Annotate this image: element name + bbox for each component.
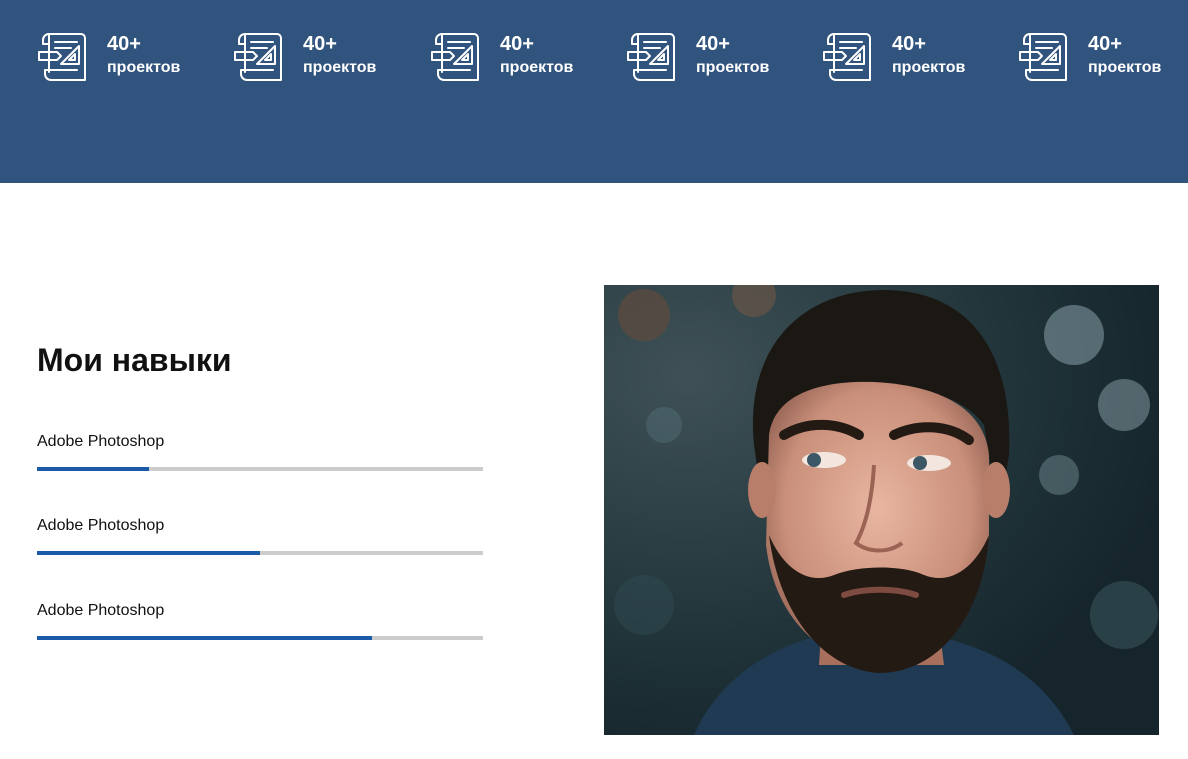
stat-label: проектов: [303, 59, 377, 76]
skills-section: Мои навыки Adobe Photoshop Adobe Photosh…: [37, 340, 484, 640]
stats-band: 40+ проектов 40+ проектов 40+ проектов 4…: [0, 0, 1188, 183]
skill-label: Adobe Photoshop: [37, 433, 165, 450]
stat-item: 40+ проектов: [37, 30, 180, 86]
skill-label: Adobe Photoshop: [37, 602, 165, 619]
skill-progress-fill: [37, 467, 149, 471]
stat-label: проектов: [500, 59, 574, 76]
blueprint-scroll-icon: [431, 33, 479, 81]
blueprint-scroll-icon: [823, 33, 871, 81]
skill-progress-fill: [37, 551, 260, 555]
stat-value: 40+: [500, 33, 534, 55]
skill-progress-track: [37, 467, 483, 471]
skill-item: Adobe Photoshop: [37, 432, 484, 471]
blueprint-scroll-icon: [38, 33, 86, 81]
skill-progress-track: [37, 551, 483, 555]
stat-item: 40+ проектов: [1018, 30, 1161, 86]
blueprint-scroll-icon: [627, 33, 675, 81]
skill-label: Adobe Photoshop: [37, 517, 165, 534]
skill-progress-fill: [37, 636, 372, 640]
blueprint-scroll-icon: [234, 33, 282, 81]
skill-progress-track: [37, 636, 483, 640]
stat-value: 40+: [107, 33, 141, 55]
stat-label: проектов: [1088, 59, 1162, 76]
stat-value: 40+: [892, 33, 926, 55]
skill-item: Adobe Photoshop: [37, 516, 484, 555]
stat-label: проектов: [107, 59, 181, 76]
stat-item: 40+ проектов: [626, 30, 769, 86]
stat-item: 40+ проектов: [822, 30, 965, 86]
skill-item: Adobe Photoshop: [37, 601, 484, 640]
blueprint-scroll-icon: [1019, 33, 1067, 81]
portrait-illustration: [604, 285, 1159, 735]
portrait-photo: [604, 285, 1159, 735]
stat-label: проектов: [892, 59, 966, 76]
stat-label: проектов: [696, 59, 770, 76]
stat-item: 40+ проектов: [233, 30, 376, 86]
stat-value: 40+: [696, 33, 730, 55]
stat-item: 40+ проектов: [430, 30, 573, 86]
skills-title: Мои навыки: [37, 342, 232, 378]
stat-value: 40+: [303, 33, 337, 55]
stat-value: 40+: [1088, 33, 1122, 55]
